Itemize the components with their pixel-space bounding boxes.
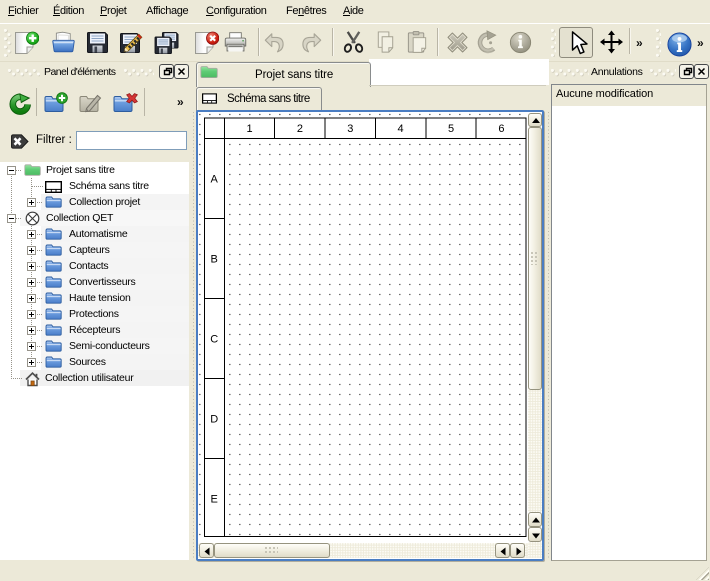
svg-text:4: 4 [398,123,404,135]
svg-text:1: 1 [246,123,252,135]
svg-text:6: 6 [498,123,504,135]
svg-text:D: D [210,413,218,425]
svg-text:C: C [210,333,218,345]
svg-text:B: B [211,253,218,265]
svg-text:5: 5 [448,123,454,135]
svg-text:A: A [211,173,219,185]
svg-text:3: 3 [347,123,353,135]
svg-text:2: 2 [297,123,303,135]
svg-text:E: E [211,493,218,505]
